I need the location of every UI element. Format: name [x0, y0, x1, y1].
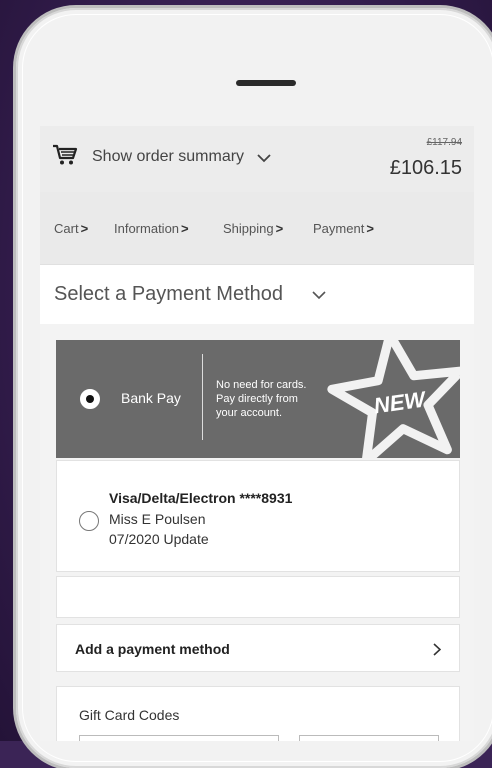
breadcrumb-information[interactable]: Information >: [114, 221, 189, 236]
checkout-screen: Show order summary £117.94 £106.15 Cart >…: [40, 126, 474, 741]
chevron-down-icon[interactable]: [257, 153, 271, 163]
add-payment-method-label: Add a payment method: [75, 641, 230, 657]
saved-card-radio[interactable]: [79, 511, 99, 531]
breadcrumb-shipping[interactable]: Shipping >: [223, 221, 283, 236]
saved-card-option[interactable]: Visa/Delta/Electron ****8931 Miss E Poul…: [56, 460, 460, 572]
breadcrumb-payment[interactable]: Payment >: [313, 221, 374, 236]
gift-card-input[interactable]: [79, 735, 279, 741]
original-price: £117.94: [426, 137, 462, 148]
order-summary-bar[interactable]: Show order summary £117.94 £106.15: [40, 126, 474, 193]
page-title: Select a Payment Method: [54, 283, 284, 305]
order-total: £106.15: [389, 157, 462, 179]
breadcrumb-cart[interactable]: Cart >: [54, 221, 88, 236]
card-expiry-update[interactable]: 07/2020 Update: [109, 531, 209, 547]
gift-card-apply-button[interactable]: [299, 735, 439, 741]
breadcrumb: Cart > Information > Shipping > Payment >: [40, 192, 474, 264]
chevron-right-icon: [433, 643, 441, 656]
bank-pay-radio[interactable]: [80, 389, 100, 409]
bank-pay-label: Bank Pay: [121, 390, 181, 406]
show-order-summary-toggle[interactable]: Show order summary: [92, 148, 244, 166]
phone-speaker: [236, 80, 296, 86]
payment-method-header[interactable]: Select a Payment Method: [40, 264, 474, 326]
add-payment-method-button[interactable]: Add a payment method: [56, 624, 460, 672]
cardholder-name: Miss E Poulsen: [109, 511, 206, 527]
empty-payment-slot: [56, 576, 460, 618]
divider: [202, 354, 203, 440]
gift-card-section: Gift Card Codes: [56, 686, 460, 741]
bank-pay-option[interactable]: Bank Pay No need for cards. Pay directly…: [56, 340, 460, 458]
chevron-down-icon: [312, 291, 326, 300]
payment-methods-list: Bank Pay No need for cards. Pay directly…: [40, 324, 474, 741]
cart-icon: [53, 144, 78, 165]
new-badge-star-icon: NEW: [327, 340, 460, 458]
gift-card-label: Gift Card Codes: [79, 707, 180, 723]
card-type-number: Visa/Delta/Electron ****8931: [109, 490, 293, 506]
